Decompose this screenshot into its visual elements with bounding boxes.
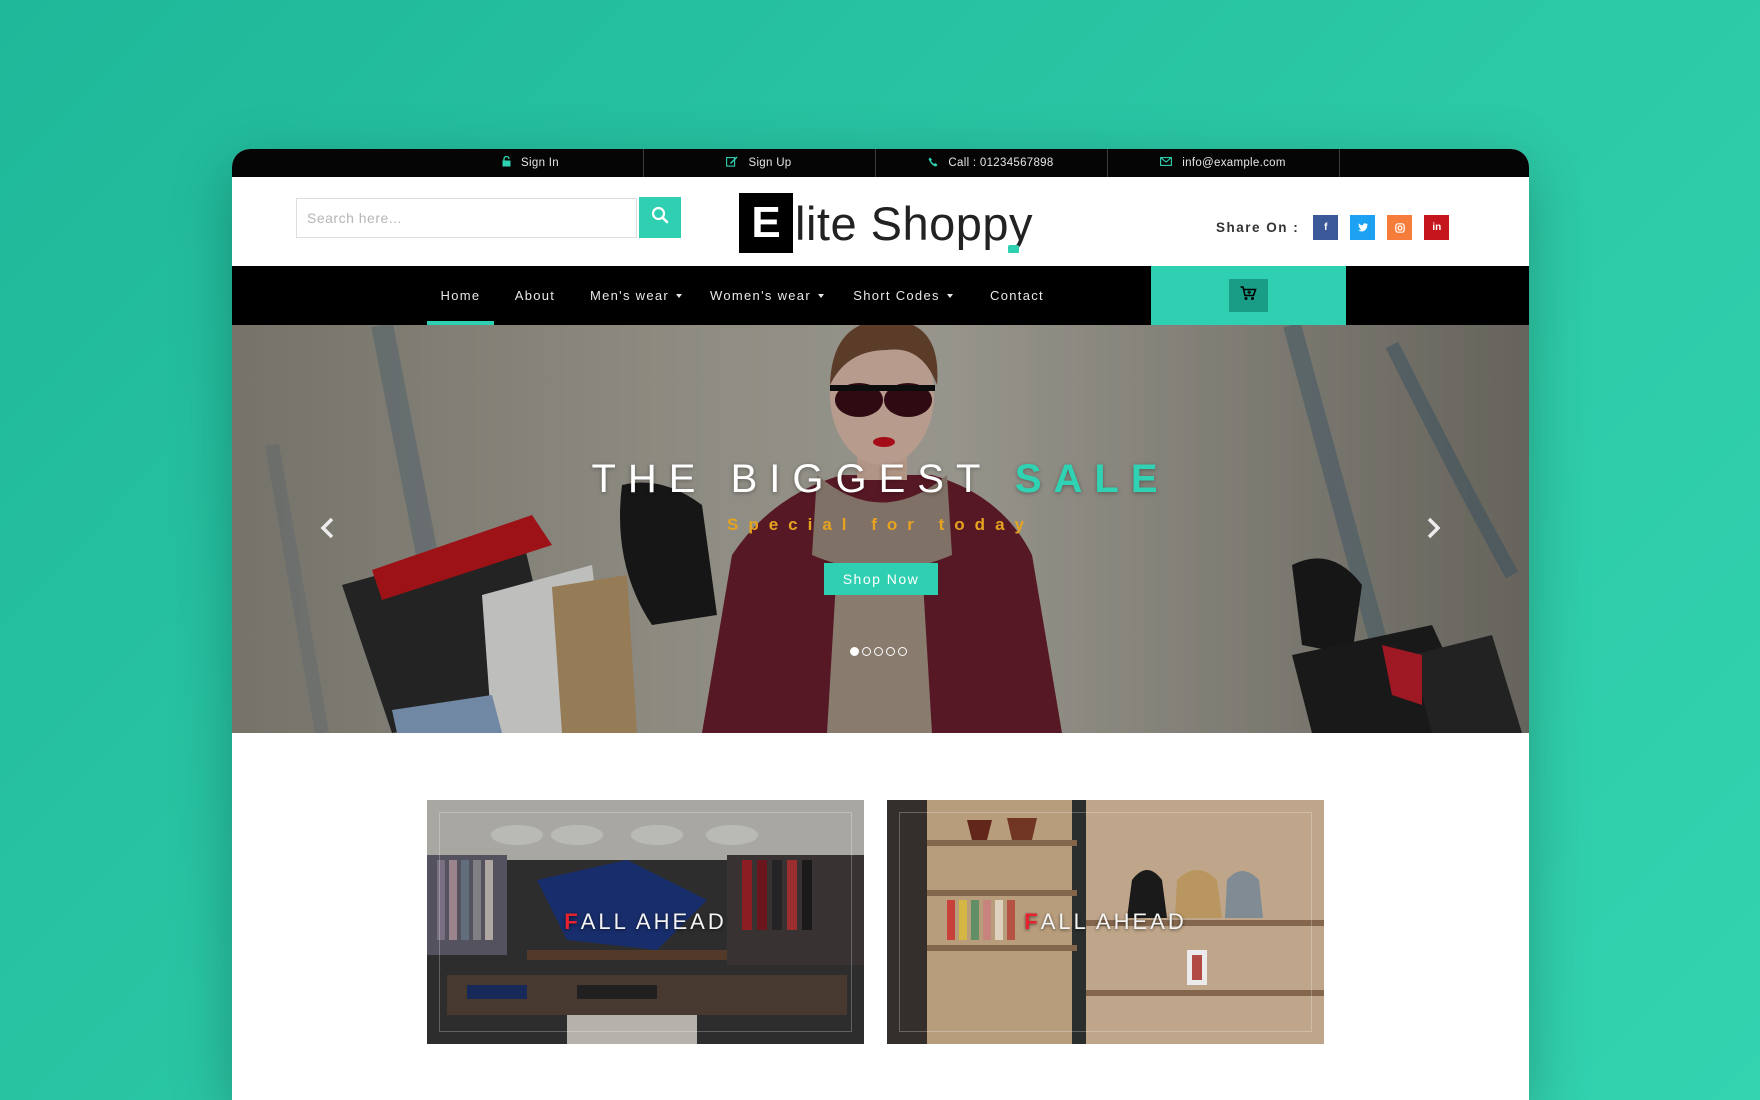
instagram-icon[interactable]	[1387, 215, 1413, 240]
nav-contact[interactable]: Contact	[972, 266, 1062, 325]
caret-down-icon	[676, 293, 683, 298]
nav-womens-wear[interactable]: Women's wear	[702, 266, 832, 325]
site-logo[interactable]: E lite Shoppy	[739, 190, 1033, 256]
hero-title-accent: SALE	[1014, 457, 1170, 501]
top-bar: Sign In Sign Up Call : 01234567898 info@…	[232, 149, 1529, 177]
search-button[interactable]	[639, 197, 681, 238]
slide-dot[interactable]	[862, 647, 871, 656]
hero-subtitle: Special for today	[727, 515, 1034, 534]
email-label: info@example.com	[1182, 157, 1286, 169]
share-section: Share On : f in	[1216, 215, 1461, 240]
sign-in-label: Sign In	[521, 157, 559, 169]
nav-mens-wear[interactable]: Men's wear	[582, 266, 690, 325]
facebook-icon[interactable]: f	[1313, 215, 1339, 240]
envelope-icon	[1160, 157, 1173, 169]
email-link[interactable]: info@example.com	[1107, 149, 1340, 177]
nav-about[interactable]: About	[502, 266, 568, 325]
slide-indicators	[850, 647, 907, 656]
shopping-bag-icon	[1008, 245, 1019, 253]
slide-dot[interactable]	[850, 647, 859, 656]
hero-title: THE BIGGEST SALE	[591, 457, 1170, 501]
call-info: Call : 01234567898	[875, 149, 1108, 177]
banner-fall-ahead-mens[interactable]: F ALL AHEAD	[427, 800, 864, 1044]
nav-short-codes[interactable]: Short Codes	[846, 266, 960, 325]
shop-now-button[interactable]: Shop Now	[824, 563, 938, 595]
browser-frame: Sign In Sign Up Call : 01234567898 info@…	[232, 149, 1529, 1100]
search-icon	[651, 206, 669, 229]
logo-letter: E	[739, 193, 793, 253]
cart-button[interactable]	[1229, 279, 1268, 312]
banner-title: F ALL AHEAD	[1024, 909, 1187, 934]
sign-up-link[interactable]: Sign Up	[643, 149, 876, 177]
caret-down-icon	[817, 293, 824, 298]
linkedin-icon[interactable]: in	[1424, 215, 1450, 240]
banner-fall-ahead-womens[interactable]: F ALL AHEAD	[887, 800, 1324, 1044]
logo-text: lite Shoppy	[795, 196, 1034, 250]
nav-home[interactable]: Home	[427, 266, 494, 325]
phone-icon	[928, 157, 938, 170]
sign-in-link[interactable]: Sign In	[418, 149, 644, 177]
slide-dot[interactable]	[874, 647, 883, 656]
prev-slide-arrow-icon[interactable]	[314, 513, 340, 543]
header: E lite Shoppy Share On : f in	[232, 177, 1529, 266]
twitter-icon[interactable]	[1350, 215, 1376, 240]
hero-slider: THE BIGGEST SALE Special for today Shop …	[232, 325, 1529, 733]
slide-dot[interactable]	[886, 647, 895, 656]
share-label: Share On :	[1216, 220, 1300, 235]
edit-icon	[726, 156, 738, 170]
slide-dot[interactable]	[898, 647, 907, 656]
cart-icon	[1240, 285, 1257, 306]
cart-area	[1151, 266, 1346, 325]
sign-up-label: Sign Up	[748, 157, 792, 169]
call-label: Call : 01234567898	[948, 157, 1054, 169]
search-input[interactable]	[296, 198, 637, 238]
banner-title: F ALL AHEAD	[564, 909, 727, 934]
main-nav: Home About Men's wear Women's wear Short…	[232, 266, 1529, 325]
caret-down-icon	[946, 293, 953, 298]
next-slide-arrow-icon[interactable]	[1421, 513, 1447, 543]
lock-icon	[502, 155, 511, 170]
